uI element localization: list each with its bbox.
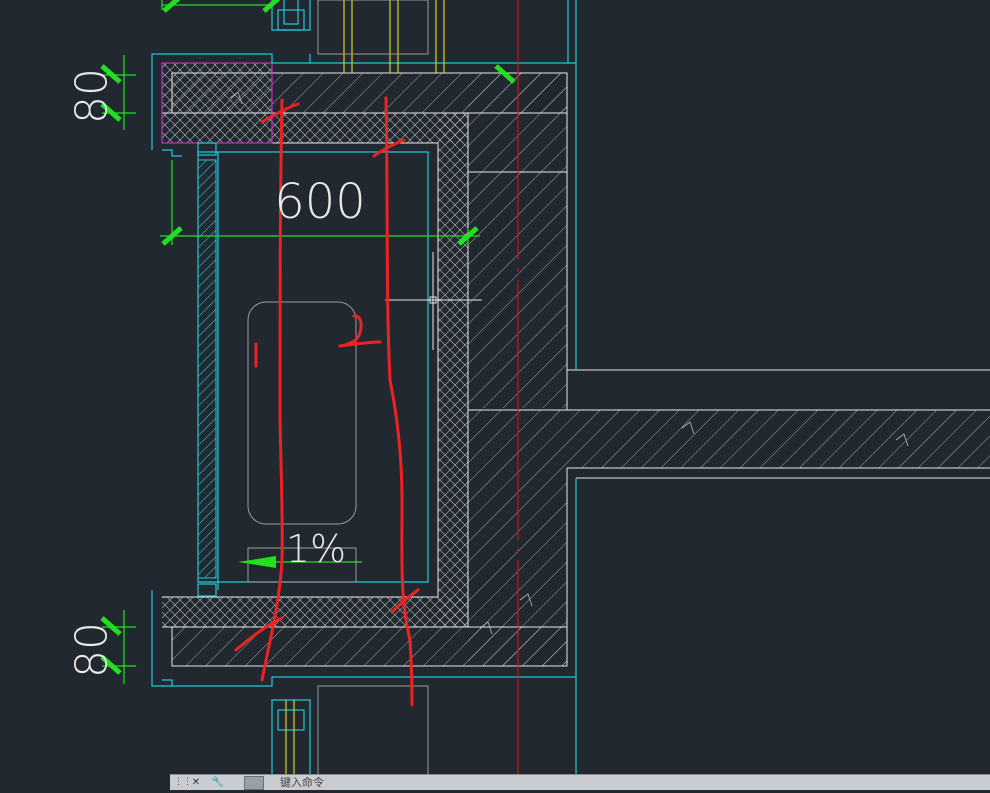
command-line-bar[interactable]: ⋮⋮ ✕ 🔧 键入命令 (170, 774, 990, 790)
close-icon[interactable]: ✕ (188, 776, 204, 789)
floor-drain-section-drawing: 80 80 600 1% (67, 0, 990, 790)
stone-panel (197, 159, 217, 579)
wrench-icon[interactable]: 🔧 (210, 776, 226, 789)
concrete-wall (171, 72, 990, 667)
cad-canvas[interactable]: 80 80 600 1% (0, 0, 990, 790)
slope-arrow (238, 556, 276, 568)
command-history-icon[interactable] (244, 776, 264, 790)
dim-label-600: 600 (274, 174, 366, 230)
dim-label-bottom-80: 80 (67, 622, 118, 678)
grip-handle-icon[interactable]: ⋮⋮ (174, 777, 192, 788)
command-input[interactable]: 键入命令 (280, 775, 324, 790)
slope-label: 1% (286, 527, 346, 571)
dim-label-top-80: 80 (67, 68, 118, 124)
